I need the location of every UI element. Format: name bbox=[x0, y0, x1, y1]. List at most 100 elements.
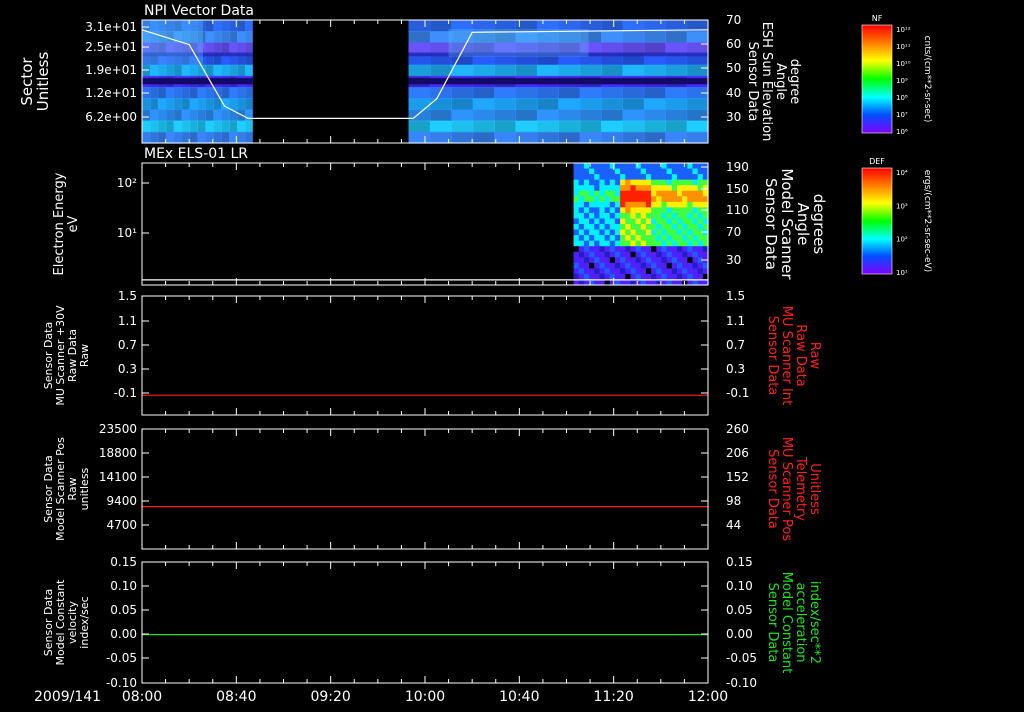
els-heat-cell bbox=[697, 224, 704, 231]
panel3-frame bbox=[141, 295, 709, 416]
els-heat-cell bbox=[614, 201, 621, 208]
y2-axis-title: Telemetry bbox=[793, 456, 808, 521]
els-heat-cell bbox=[656, 235, 663, 242]
els-heat-cell bbox=[573, 218, 580, 225]
y2-axis-title: Sensor Data bbox=[765, 449, 780, 529]
els-heat-cell bbox=[604, 207, 611, 214]
els-heat-cell bbox=[676, 168, 683, 175]
els-heat-cell bbox=[625, 190, 632, 197]
npi-heat-cell bbox=[157, 98, 167, 111]
npi-heat-cell bbox=[221, 109, 230, 122]
els-heat-cell bbox=[604, 201, 611, 208]
els-heat-cell bbox=[651, 240, 657, 247]
colorbar-tick-label: 10¹ bbox=[896, 269, 908, 277]
els-heat-cell bbox=[635, 207, 642, 214]
els-heat-cell bbox=[609, 235, 616, 242]
npi-heat-cell bbox=[579, 87, 602, 99]
els-heat-cell bbox=[589, 185, 595, 192]
els-heat-cell bbox=[594, 168, 601, 175]
npi-heat-cell bbox=[536, 87, 559, 99]
panel-title: NPI Vector Data bbox=[144, 3, 254, 19]
els-heat-cell bbox=[676, 185, 683, 192]
els-heat-cell bbox=[661, 235, 668, 242]
els-heat-cell bbox=[573, 174, 580, 181]
els-heat-cell bbox=[589, 257, 595, 264]
els-heat-cell bbox=[651, 218, 657, 225]
els-heat-cell bbox=[635, 229, 642, 236]
els-heat-cell bbox=[614, 196, 621, 203]
els-heat-cell bbox=[682, 257, 688, 264]
npi-heat-cell bbox=[472, 120, 495, 133]
els-heat-cell bbox=[609, 163, 616, 170]
els-heat-cell bbox=[609, 246, 616, 253]
els-heat-cell bbox=[697, 174, 704, 181]
els-heat-cell bbox=[599, 212, 606, 220]
els-heat-cell bbox=[594, 190, 601, 197]
els-heat-cell bbox=[620, 179, 626, 186]
els-heat-cell bbox=[676, 212, 683, 220]
els-heat-cell bbox=[692, 224, 699, 231]
els-heat-cell bbox=[599, 262, 606, 269]
npi-heat-cell bbox=[643, 98, 666, 111]
y2-axis-title: MU Scanner Int bbox=[779, 306, 794, 405]
npi-heat-cell bbox=[165, 109, 175, 122]
els-heat-cell bbox=[697, 190, 704, 197]
npi-heat-cell bbox=[229, 87, 238, 99]
els-heat-cell bbox=[645, 268, 652, 275]
y2-axis-title: Sensor Data bbox=[765, 316, 780, 396]
els-heat-cell bbox=[609, 224, 616, 231]
els-heat-cell bbox=[583, 251, 590, 258]
npi-heat-cell bbox=[157, 64, 167, 77]
els-heat-cell bbox=[599, 235, 606, 242]
els-heat-cell bbox=[635, 224, 642, 231]
els-heat-cell bbox=[651, 268, 657, 275]
els-heat-cell bbox=[687, 207, 694, 214]
npi-heat-cell bbox=[494, 120, 517, 133]
els-heat-cell bbox=[599, 163, 606, 170]
els-heat-cell bbox=[656, 246, 663, 253]
npi-heat-cell bbox=[665, 31, 688, 43]
panel4-frame bbox=[141, 428, 709, 550]
els-heat-cell bbox=[609, 262, 616, 269]
els-heat-cell bbox=[620, 163, 626, 170]
els-heat-cell bbox=[604, 268, 611, 275]
npi-heat-cell bbox=[189, 109, 199, 122]
els-heat-cell bbox=[692, 201, 699, 208]
els-heat-cell bbox=[583, 168, 590, 175]
els-heat-cell bbox=[651, 251, 657, 258]
els-heat-cell bbox=[645, 251, 652, 258]
time-tick-label: 10:40 bbox=[499, 689, 539, 705]
els-heat-cell bbox=[666, 240, 673, 247]
els-heat-cell bbox=[656, 185, 663, 192]
y2-axis-title: index/sec**2 bbox=[807, 581, 822, 664]
els-heat-cell bbox=[656, 257, 663, 264]
npi-heat-cell bbox=[494, 64, 517, 77]
els-heat-cell bbox=[697, 201, 704, 208]
els-heat-cell bbox=[661, 262, 668, 269]
npi-heat-cell bbox=[472, 87, 495, 99]
npi-heat-cell bbox=[213, 109, 222, 122]
els-heat-cell bbox=[635, 179, 642, 186]
npi-heat-cell bbox=[579, 109, 602, 122]
els-heat-cell bbox=[609, 257, 616, 264]
els-heat-cell bbox=[635, 251, 642, 258]
els-heat-cell bbox=[573, 179, 580, 186]
els-heat-cell bbox=[656, 196, 663, 203]
els-heat-cell bbox=[692, 174, 699, 181]
els-heat-cell bbox=[682, 207, 688, 214]
npi-heat-cell bbox=[205, 31, 214, 43]
npi-heat-cell bbox=[558, 98, 581, 111]
els-heat-cell bbox=[666, 235, 673, 242]
els-heat-cell bbox=[692, 212, 699, 220]
els-heat-cell bbox=[692, 251, 699, 258]
els-heat-cell bbox=[671, 207, 678, 214]
els-heat-cell bbox=[651, 212, 657, 220]
els-heat-cell bbox=[630, 268, 637, 275]
els-heat-cell bbox=[573, 201, 580, 208]
els-heat-cell bbox=[676, 235, 683, 242]
els-heat-cell bbox=[656, 262, 663, 269]
els-heat-cell bbox=[687, 246, 694, 253]
y2-axis-title: degree bbox=[787, 59, 802, 105]
els-heat-cell bbox=[692, 257, 699, 264]
colorbar-tick-label: 10³ bbox=[896, 202, 908, 210]
